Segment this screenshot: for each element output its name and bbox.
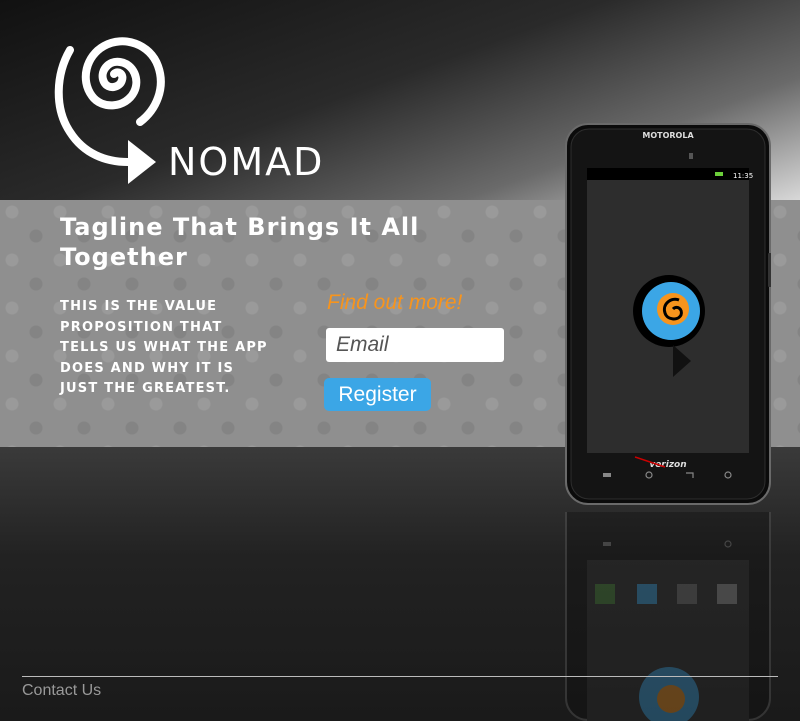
phone-status-time: 11:35 bbox=[733, 172, 753, 180]
brand-name: NOMAD bbox=[168, 140, 325, 184]
register-button[interactable]: Register bbox=[324, 378, 431, 411]
footer-divider bbox=[22, 676, 778, 677]
contact-us-link[interactable]: Contact Us bbox=[22, 682, 101, 700]
phone-mockup: MOTOROLA 11:35 verizon bbox=[565, 123, 771, 505]
nomad-logo-icon bbox=[54, 37, 165, 184]
find-out-more-link[interactable]: Find out more! bbox=[327, 291, 462, 315]
phone-carrier: verizon bbox=[649, 460, 686, 470]
tagline: Tagline That Brings It All Together bbox=[60, 213, 420, 271]
value-proposition: This is the value proposition that tells… bbox=[60, 299, 268, 396]
email-field[interactable] bbox=[326, 328, 504, 362]
phone-reflection bbox=[565, 512, 771, 721]
phone-manufacturer: MOTOROLA bbox=[642, 131, 694, 140]
